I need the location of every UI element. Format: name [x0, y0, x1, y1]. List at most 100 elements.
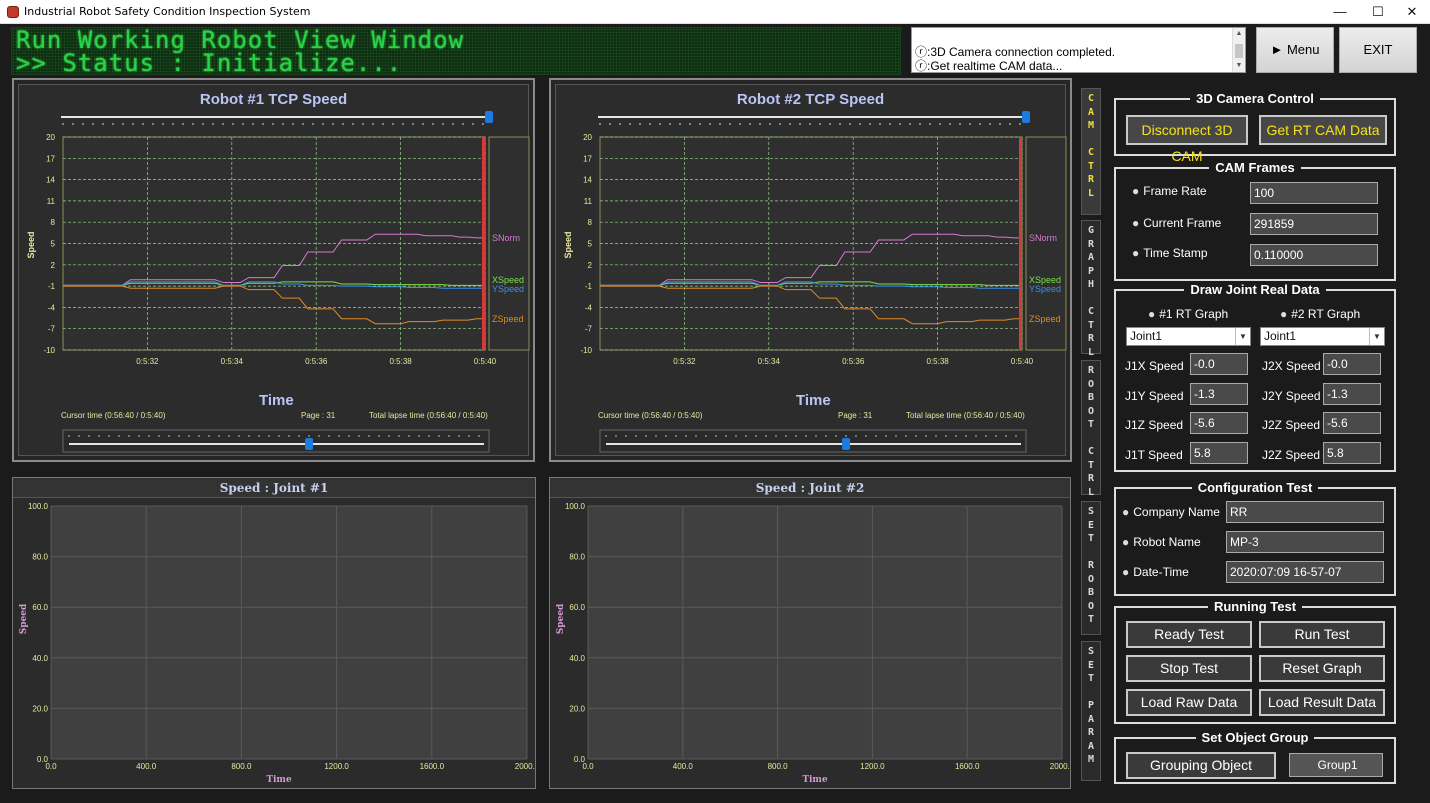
- j1y-field[interactable]: -1.3: [1190, 383, 1248, 405]
- grouping-object-button[interactable]: Grouping Object: [1126, 752, 1276, 779]
- legend-snorm: SNorm: [492, 233, 520, 243]
- y-tick-label: -10: [580, 346, 592, 355]
- tcp-chart-panel-2: Robot #2 TCP Speed 20 17 14 11 8 5 2 -1 -4 -7 -10 0…: [549, 78, 1072, 462]
- robot-name-field[interactable]: MP-3: [1226, 531, 1384, 553]
- j2x-field[interactable]: -0.0: [1323, 353, 1381, 375]
- current-frame-field[interactable]: 291859: [1250, 213, 1378, 235]
- graph1-joint-select[interactable]: Joint1 ▼: [1126, 327, 1251, 346]
- j2t-field[interactable]: 5.8: [1323, 442, 1381, 464]
- j1z-field[interactable]: -5.6: [1190, 412, 1248, 434]
- current-frame-label: ● Current Frame: [1132, 216, 1222, 230]
- legend-yspeed: YSpeed: [1029, 284, 1061, 294]
- maximize-button[interactable]: ☐: [1360, 0, 1396, 24]
- log-scrollbar[interactable]: ▲ ▼: [1232, 28, 1245, 72]
- scroll-up-icon[interactable]: ▲: [1233, 28, 1245, 40]
- bottom-slider-thumb: [842, 438, 850, 450]
- top-slider-thumb: [1022, 111, 1030, 123]
- y-tick-label: 20: [583, 133, 592, 142]
- x-tick-label: 1600.0: [955, 762, 980, 771]
- date-time-field[interactable]: 2020:07:09 16-57-07: [1226, 561, 1384, 583]
- tcp-x-axis-label: Time: [796, 392, 831, 409]
- x-axis-label: Time: [266, 775, 292, 785]
- stop-test-button[interactable]: Stop Test: [1126, 655, 1252, 682]
- time-stamp-field[interactable]: 0.110000: [1250, 244, 1378, 266]
- scroll-thumb[interactable]: [1235, 44, 1243, 58]
- ready-test-button[interactable]: Ready Test: [1126, 621, 1252, 648]
- x-tick-label: 0.0: [45, 762, 57, 771]
- x-tick-label: 0:5:34: [221, 357, 244, 366]
- x-tick-label: 1200.0: [324, 762, 349, 771]
- side-tab-graph-ctrl[interactable]: GRAPH CTRL: [1081, 220, 1101, 358]
- y-tick-label: 100.0: [28, 502, 49, 511]
- y-tick-label: -4: [48, 303, 56, 312]
- tcp-x-axis-label: Time: [259, 392, 294, 409]
- side-tab-cam-ctrl[interactable]: CAM CTRL: [1081, 88, 1101, 215]
- group-title: CAM Frames: [1209, 160, 1301, 175]
- y-tick-label: 17: [46, 154, 55, 163]
- j1x-field[interactable]: -0.0: [1190, 353, 1248, 375]
- j1z-label: J1Z Speed: [1125, 418, 1184, 432]
- window-title: Industrial Robot Safety Condition Inspec…: [24, 5, 311, 18]
- page-number: Page : 31: [301, 411, 336, 420]
- frame-rate-field[interactable]: 100: [1250, 182, 1378, 204]
- side-tab-set-param[interactable]: SET PARAM: [1081, 641, 1101, 781]
- message-log[interactable]: ⓡ:3D Camera connection completed. ⓡ:Get …: [911, 27, 1246, 73]
- j1t-field[interactable]: 5.8: [1190, 442, 1248, 464]
- time-cursor: [1019, 137, 1022, 350]
- run-test-button[interactable]: Run Test: [1259, 621, 1385, 648]
- scroll-down-icon[interactable]: ▼: [1233, 60, 1245, 72]
- y-tick-label: 17: [583, 154, 592, 163]
- y-tick-label: -7: [585, 325, 593, 334]
- side-tab-robot-ctrl[interactable]: ROBOT CTRL: [1081, 360, 1101, 498]
- y-tick-label: 2: [588, 261, 593, 270]
- y-tick-label: 20.0: [32, 704, 48, 713]
- total-lapse-time: Total lapse time (0:56:40 / 0:5:40): [369, 411, 488, 420]
- x-tick-label: 800.0: [768, 762, 789, 771]
- joint-chart-panel-2: Speed : Joint #2 100.0 80.0 60.0 40.0 20.0 0.…: [549, 477, 1071, 789]
- load-raw-data-button[interactable]: Load Raw Data: [1126, 689, 1252, 716]
- group-select[interactable]: Group1: [1289, 753, 1383, 777]
- chevron-down-icon[interactable]: ▼: [1369, 328, 1384, 345]
- load-result-data-button[interactable]: Load Result Data: [1259, 689, 1385, 716]
- minimize-button[interactable]: —: [1322, 0, 1358, 24]
- company-name-field[interactable]: RR: [1226, 501, 1384, 523]
- x-tick-label: 0:5:40: [1011, 357, 1034, 366]
- tcp-chart-panel-1: Robot #1 TCP Speed 20 17 14 11 8 5 2 -1 -4 -7 -10 0…: [12, 78, 535, 462]
- y-tick-label: -1: [48, 282, 56, 291]
- close-button[interactable]: ✕: [1394, 0, 1430, 24]
- j2y-label: J2Y Speed: [1262, 389, 1321, 403]
- graph2-joint-select[interactable]: Joint1 ▼: [1260, 327, 1385, 346]
- menu-button[interactable]: ► Menu: [1256, 27, 1334, 73]
- joint-chart-title-2: Speed : Joint #2: [550, 478, 1070, 498]
- j1t-label: J1T Speed: [1125, 448, 1183, 462]
- y-tick-label: -1: [585, 282, 593, 291]
- side-tab-set-robot[interactable]: SET ROBOT: [1081, 501, 1101, 635]
- disconnect-3d-cam-button[interactable]: Disconnect 3D CAM: [1126, 115, 1248, 164]
- y-tick-label: 100.0: [565, 502, 586, 511]
- get-rt-cam-data-button[interactable]: Get RT CAM Data: [1259, 115, 1387, 145]
- y-axis-label: Speed: [26, 231, 36, 258]
- y-tick-label: -7: [48, 325, 56, 334]
- reset-graph-button[interactable]: Reset Graph: [1259, 655, 1385, 682]
- log-line: ⓡ:Get realtime CAM data...: [915, 59, 1063, 73]
- x-tick-label: 0:5:36: [842, 357, 865, 366]
- x-tick-label: 0:5:34: [758, 357, 781, 366]
- group-title: Set Object Group: [1195, 730, 1315, 745]
- cam-frames-group: CAM Frames ● Frame Rate 100 ● Current Fram…: [1114, 160, 1396, 281]
- x-tick-label: 0:5:32: [673, 357, 696, 366]
- j1x-label: J1X Speed: [1125, 359, 1184, 373]
- group-title: Configuration Test: [1191, 480, 1319, 495]
- cursor-time: Cursor time (0:56:40 / 0:5:40): [598, 411, 703, 420]
- y-tick-label: 80.0: [32, 553, 48, 562]
- y-tick-label: 60.0: [569, 603, 585, 612]
- j2z-field[interactable]: -5.6: [1323, 412, 1381, 434]
- led-line-2: >> Status : Initialize...: [16, 49, 403, 75]
- y-axis-label: Speed: [556, 603, 566, 634]
- plot-area: [588, 506, 1062, 759]
- exit-button[interactable]: EXIT: [1339, 27, 1417, 73]
- x-tick-label: 0:5:38: [926, 357, 949, 366]
- chevron-down-icon[interactable]: ▼: [1235, 328, 1250, 345]
- joint-chart-title-1: Speed : Joint #1: [13, 478, 535, 498]
- j2y-field[interactable]: -1.3: [1323, 383, 1381, 405]
- cursor-time: Cursor time (0:56:40 / 0:5:40): [61, 411, 166, 420]
